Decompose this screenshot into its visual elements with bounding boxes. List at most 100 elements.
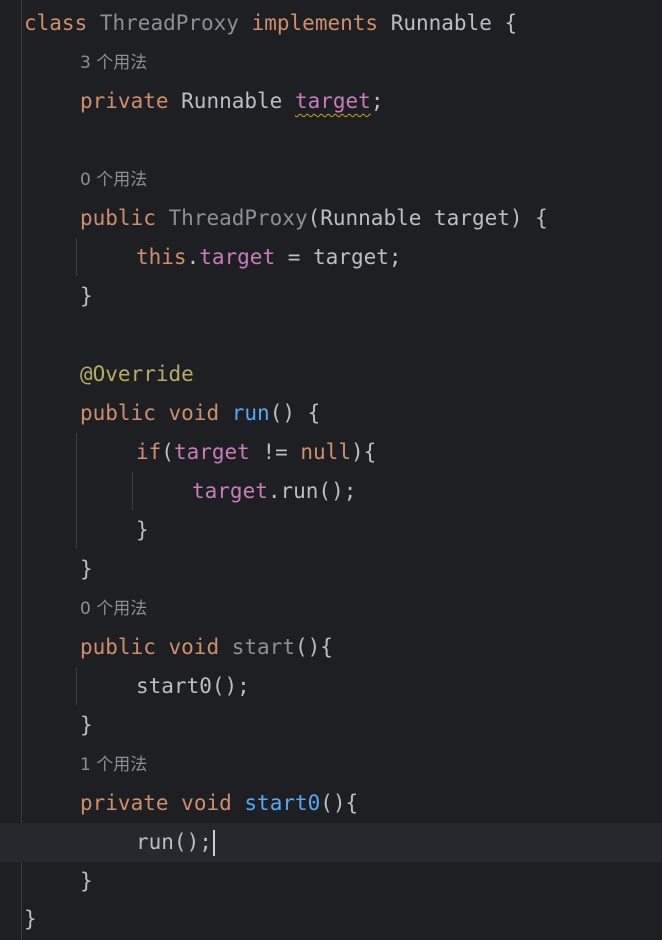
- code-token: !=: [249, 440, 301, 464]
- code-token: this: [136, 245, 187, 269]
- code-token: target: [173, 440, 250, 464]
- code-line[interactable]: }: [0, 277, 662, 316]
- code-token: ){: [350, 440, 377, 464]
- code-token: ThreadProxy: [99, 11, 239, 35]
- code-token: class: [24, 11, 88, 35]
- code-token: (){: [320, 791, 359, 815]
- code-token: start0();: [136, 674, 250, 698]
- code-token: }: [80, 284, 93, 308]
- code-line[interactable]: }: [0, 511, 662, 550]
- usage-hint-text: 3 个用法: [80, 53, 148, 73]
- usage-hint[interactable]: 0 个用法: [0, 161, 662, 200]
- usage-hint[interactable]: 3 个用法: [0, 44, 662, 83]
- code-line[interactable]: this.target = target;: [0, 238, 662, 277]
- code-line[interactable]: }: [0, 550, 662, 589]
- code-token: public: [80, 635, 156, 659]
- line-tokens: this.target = target;: [136, 245, 402, 269]
- code-line[interactable]: }: [0, 706, 662, 745]
- code-token: }: [80, 869, 93, 893]
- code-token: ThreadProxy: [168, 206, 308, 230]
- code-token: () {: [269, 401, 321, 425]
- usage-hint[interactable]: 1 个用法: [0, 746, 662, 785]
- code-token: void: [168, 635, 220, 659]
- code-line[interactable]: @Override: [0, 355, 662, 394]
- line-tokens: }: [136, 518, 149, 542]
- code-line[interactable]: }: [0, 900, 662, 939]
- code-line[interactable]: public void run() {: [0, 394, 662, 433]
- code-line[interactable]: public ThreadProxy(Runnable target) {: [0, 199, 662, 238]
- line-tokens: }: [80, 713, 93, 737]
- code-token: private: [80, 791, 169, 815]
- code-token: (){: [294, 635, 333, 659]
- code-token: target: [192, 479, 268, 503]
- usage-hint-text: 0 个用法: [80, 170, 148, 190]
- code-token: private: [80, 89, 169, 113]
- code-line[interactable]: public void start(){: [0, 628, 662, 667]
- line-tokens: @Override: [80, 362, 194, 386]
- code-line[interactable]: [0, 316, 662, 355]
- line-tokens: }: [80, 284, 93, 308]
- line-tokens: if(target != null){: [136, 440, 376, 464]
- line-tokens: public void run() {: [80, 401, 320, 425]
- code-token: .: [186, 245, 200, 269]
- code-line[interactable]: private Runnable target;: [0, 82, 662, 121]
- code-token: }: [80, 557, 93, 581]
- code-token: public: [80, 206, 156, 230]
- usage-hint-text: 1 个用法: [80, 755, 148, 775]
- code-token: Runnable: [168, 89, 295, 113]
- line-tokens: }: [80, 557, 93, 581]
- code-line[interactable]: }: [0, 862, 662, 901]
- text-caret: [212, 830, 215, 856]
- line-tokens: run();: [136, 830, 215, 856]
- code-token: (: [161, 440, 174, 464]
- code-token: start0: [244, 791, 321, 815]
- code-editor[interactable]: class ThreadProxy implements Runnable { …: [0, 0, 662, 940]
- line-tokens: class ThreadProxy implements Runnable {: [24, 11, 517, 35]
- code-token: if: [136, 440, 162, 464]
- code-token: void: [168, 401, 220, 425]
- code-token: run: [231, 401, 270, 425]
- code-line[interactable]: if(target != null){: [0, 433, 662, 472]
- code-token: null: [300, 440, 351, 464]
- usage-hint-text: 0 个用法: [80, 599, 148, 619]
- code-token: ;: [370, 89, 384, 113]
- code-token: = target;: [275, 245, 402, 269]
- line-tokens: }: [80, 869, 93, 893]
- code-token: start: [231, 635, 295, 659]
- current-code-line[interactable]: run();: [0, 823, 662, 862]
- code-token: implements: [251, 11, 379, 35]
- code-token: void: [181, 791, 232, 815]
- code-token: }: [136, 518, 149, 542]
- code-token: }: [80, 713, 93, 737]
- code-line[interactable]: class ThreadProxy implements Runnable {: [0, 4, 662, 43]
- code-token: target: [294, 89, 371, 113]
- code-token: @Override: [80, 362, 194, 386]
- code-token: }: [24, 907, 37, 931]
- code-token: Runnable {: [378, 11, 518, 35]
- code-token: .run();: [267, 479, 357, 503]
- code-token: public: [80, 401, 156, 425]
- line-tokens: }: [24, 907, 37, 931]
- code-line[interactable]: start0();: [0, 667, 662, 706]
- line-tokens: private void start0(){: [80, 791, 358, 815]
- line-tokens: start0();: [136, 674, 250, 698]
- line-tokens: target.run();: [192, 479, 356, 503]
- line-tokens: public void start(){: [80, 635, 333, 659]
- code-line[interactable]: target.run();: [0, 472, 662, 511]
- code-line[interactable]: [0, 121, 662, 160]
- code-token: target: [199, 245, 276, 269]
- line-tokens: public ThreadProxy(Runnable target) {: [80, 206, 548, 230]
- code-token: (Runnable target) {: [307, 206, 548, 230]
- code-token: run();: [136, 830, 212, 854]
- usage-hint[interactable]: 0 个用法: [0, 590, 662, 629]
- code-line[interactable]: private void start0(){: [0, 784, 662, 823]
